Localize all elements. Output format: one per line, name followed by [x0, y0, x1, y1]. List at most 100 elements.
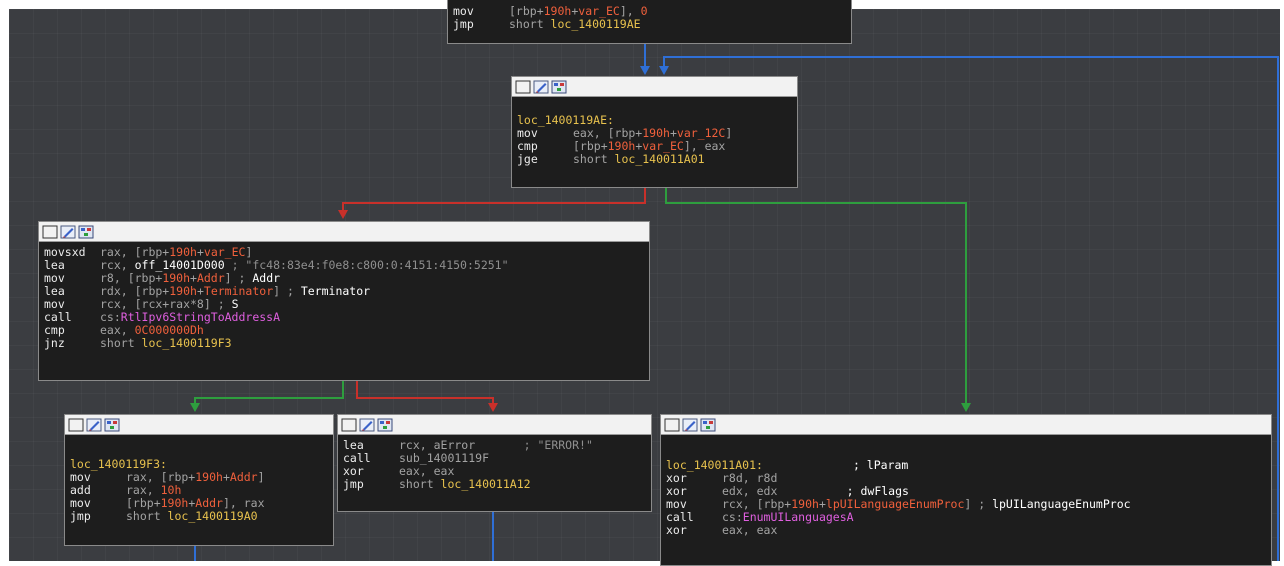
operand: short [509, 17, 551, 31]
asm-line: jmp short loc_1400119AE [453, 18, 846, 31]
operand: ] ; [273, 284, 301, 298]
jump-target[interactable]: loc_140011A01 [615, 152, 705, 166]
asm-line: xor eax, eax [666, 524, 1266, 537]
operand: [rbp+ [509, 4, 544, 18]
edit-node-icon[interactable] [682, 418, 698, 432]
var-ref[interactable]: Terminator [204, 284, 273, 298]
color-palette-icon[interactable] [515, 80, 531, 94]
block-label[interactable]: loc_140011A01: [666, 458, 763, 472]
operand: eax, eax [399, 464, 455, 478]
mnemonic: jnz [44, 336, 65, 350]
edit-node-icon[interactable] [60, 225, 76, 239]
offset: 190h [169, 245, 197, 259]
var-ref[interactable]: var_EC [204, 245, 246, 259]
data-ref[interactable]: off_14001D000 [135, 258, 225, 272]
operand: short [100, 336, 142, 350]
operand: rax, [rbp+ [100, 245, 170, 259]
asm-line: mov rax, [rbp+190h+Addr] [70, 471, 328, 484]
operand: eax, [rbp+ [573, 126, 643, 140]
node-loc-1400119F3[interactable]: loc_1400119F3: mov rax, [rbp+190h+Addr] a… [64, 414, 334, 546]
edge-body-false [356, 381, 494, 410]
graph-overview-icon[interactable] [104, 418, 120, 432]
color-palette-icon[interactable] [341, 418, 357, 432]
node-loop-body[interactable]: movsxd rax, [rbp+190h+var_EC] lea rcx, off… [38, 221, 650, 381]
var-ref[interactable]: Addr [197, 271, 225, 285]
color-palette-icon[interactable] [68, 418, 84, 432]
operand: ], [619, 4, 641, 18]
call-target[interactable]: sub_14001119F [399, 451, 489, 465]
edit-node-icon[interactable] [533, 80, 549, 94]
node-header[interactable] [65, 415, 333, 435]
operand: eax, [100, 323, 135, 337]
operand: short [126, 509, 168, 523]
var-ref[interactable]: lpUILanguageEnumProc [826, 497, 964, 511]
operand: r8d, r8d [722, 471, 778, 485]
graph-overview-icon[interactable] [78, 225, 94, 239]
immediate: 0 [640, 4, 648, 18]
operand: [rbp+ [126, 496, 161, 510]
edit-node-icon[interactable] [359, 418, 375, 432]
operand: ] ; [964, 497, 993, 511]
node-prev-block[interactable]: mov [rbp+190h+var_EC], 0 jmp short loc_140… [447, 0, 852, 44]
operand: + [196, 284, 204, 298]
operand: ] [257, 470, 265, 484]
edge-loop-true [665, 188, 967, 410]
graph-overview-icon[interactable] [700, 418, 716, 432]
comment-arg: S [231, 297, 239, 311]
operand: [rbp+ [573, 139, 608, 153]
node-loc-140011A01[interactable]: loc_140011A01: ; lParam xor r8d, r8d xor e… [660, 414, 1272, 566]
operand: ], rax [222, 496, 265, 510]
edit-node-icon[interactable] [86, 418, 102, 432]
edge-body-true [194, 381, 344, 410]
offset: 190h [195, 470, 223, 484]
node-loc-1400119AE[interactable]: loc_1400119AE: mov eax, [rbp+190h+var_12C… [511, 76, 798, 188]
comment: ; "ERROR!" [475, 438, 593, 452]
operand: ] [725, 126, 733, 140]
offset: 190h [642, 126, 670, 140]
node-header[interactable] [661, 415, 1271, 435]
edge-body-false-arrow [488, 403, 498, 412]
operand: + [196, 245, 204, 259]
operand: short [399, 477, 441, 491]
edge-loop-false-arrow [338, 210, 348, 219]
edge-loop-back-arrow [659, 66, 669, 75]
edge-loop-false [342, 188, 646, 217]
node-error-path[interactable]: lea rcx, aError ; "ERROR!" call sub_140011… [337, 414, 652, 512]
var-ref[interactable]: var_EC [578, 4, 620, 18]
api-call[interactable]: EnumUILanguagesA [743, 510, 854, 524]
asm-line: call sub_14001119F [343, 452, 646, 465]
node-header[interactable] [512, 77, 797, 97]
comment-arg: lpUILanguageEnumProc [992, 497, 1131, 511]
comment-arg: Addr [252, 271, 281, 285]
immediate: 0C000000Dh [134, 323, 204, 337]
graph-overview-icon[interactable] [377, 418, 393, 432]
offset: 190h [169, 284, 197, 298]
api-call[interactable]: RtlIpv6StringToAddressA [121, 310, 280, 324]
operand: ] ; [224, 271, 253, 285]
operand: + [222, 470, 230, 484]
var-ref[interactable]: Addr [195, 496, 223, 510]
jump-target[interactable]: loc_1400119AE [551, 17, 641, 31]
offset: 190h [162, 271, 191, 285]
comment: ; "fc48:83e4:f0e8:c800:0:4151:4150:5251" [224, 258, 509, 272]
operand: rax, [rbp+ [126, 470, 196, 484]
node-header[interactable] [39, 222, 649, 242]
var-ref[interactable]: var_EC [642, 139, 684, 153]
graph-overview-icon[interactable] [551, 80, 567, 94]
operand: ] [245, 245, 253, 259]
comment-arg: ; dwFlags [777, 484, 909, 498]
node-header[interactable] [338, 415, 651, 435]
offset: 190h [543, 4, 572, 18]
var-ref[interactable]: var_12C [677, 126, 725, 140]
jump-target[interactable]: loc_1400119F3 [142, 336, 232, 350]
operand: ], eax [683, 139, 726, 153]
operand: rdx, [rbp+ [100, 284, 170, 298]
jump-target[interactable]: loc_1400119A0 [168, 509, 258, 523]
color-palette-icon[interactable] [664, 418, 680, 432]
var-ref[interactable]: Addr [230, 470, 258, 484]
color-palette-icon[interactable] [42, 225, 58, 239]
asm-line: jmp short loc_140011A12 [343, 478, 646, 491]
immediate: 10h [160, 483, 182, 497]
jump-target[interactable]: loc_140011A12 [441, 477, 531, 491]
operand: rcx, [rcx+rax*8] ; [100, 297, 232, 311]
